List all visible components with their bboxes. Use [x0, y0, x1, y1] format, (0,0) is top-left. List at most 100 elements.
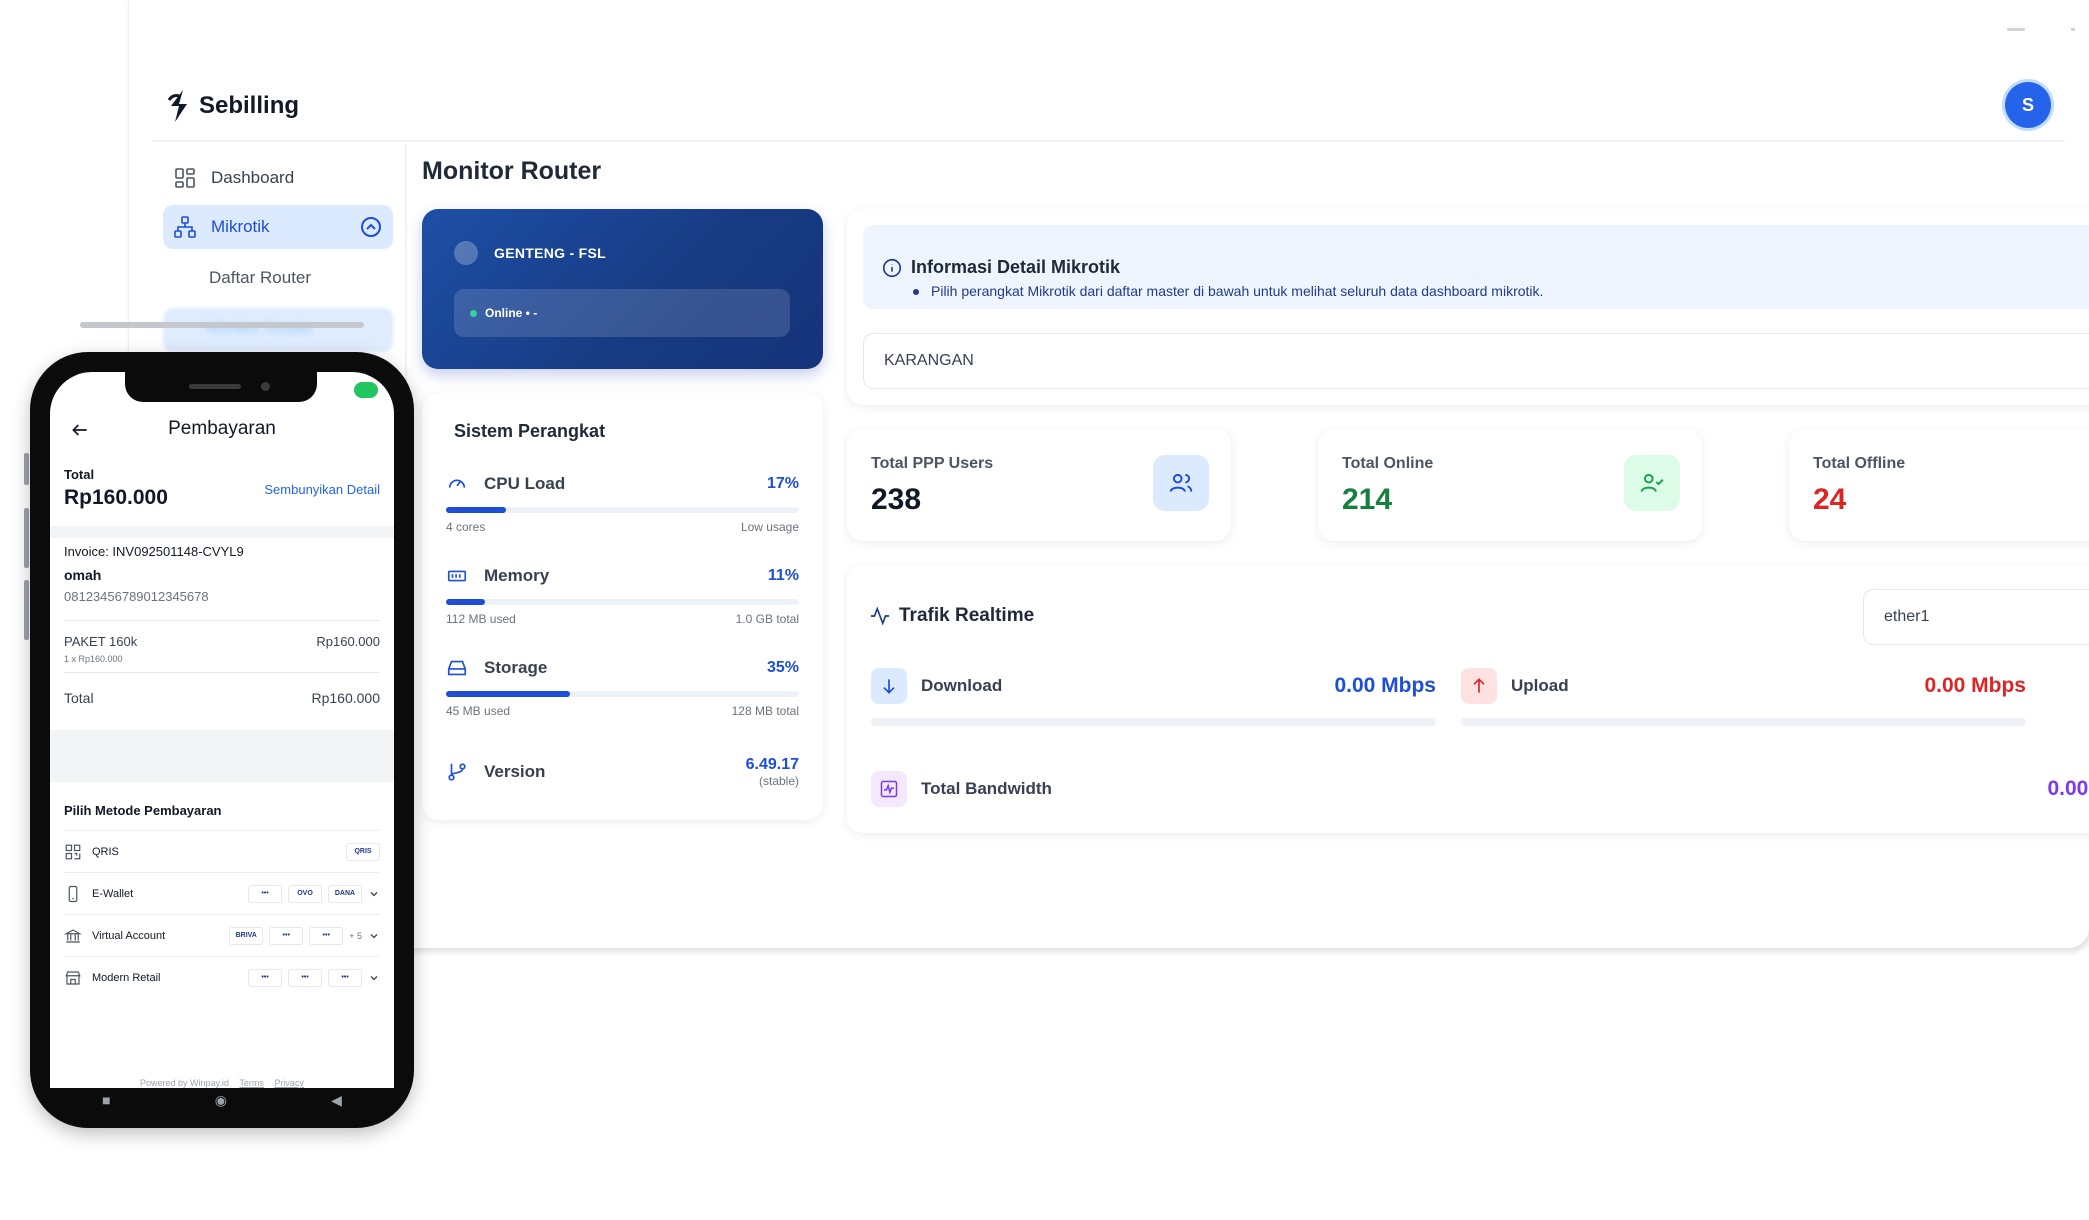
bandwidth-value: 0.00 Mbps [2047, 777, 2089, 800]
package-name: PAKET 160k [64, 634, 138, 649]
sidebar-item-mikrotik[interactable]: Mikrotik [163, 205, 393, 249]
stat-ppp-users: Total PPP Users 238 [847, 429, 1231, 541]
cpu-progress [446, 507, 506, 513]
online-indicator [470, 309, 477, 317]
total-amount: Rp160.000 [64, 486, 168, 509]
method-qris[interactable]: QRIS QRIS [64, 830, 380, 872]
memory-used: 112 MB used [446, 612, 516, 626]
ovo-logo: OVO [288, 884, 322, 903]
package-row: PAKET 160k Rp160.000 [64, 634, 380, 649]
phone-drag-handle[interactable] [80, 322, 364, 328]
section-divider [50, 526, 394, 538]
cpu-metric: CPU Load 17% 4 cores Low usage [446, 471, 799, 534]
qris-logo: QRIS [346, 842, 380, 861]
home-icon[interactable]: ◉ [215, 1092, 227, 1109]
invoice-number: Invoice: INV092501148-CVYL9 [64, 544, 244, 559]
smartphone-icon [68, 885, 78, 902]
interface-select[interactable]: ether1 [1863, 589, 2089, 645]
chevron-down-icon [370, 975, 378, 980]
minimize-control[interactable] [2007, 28, 2025, 31]
phone-button [24, 580, 29, 640]
powered-by: Powered by Winpay.id [140, 1078, 229, 1088]
storage-metric: Storage 35% 45 MB used 128 MB total [446, 655, 799, 718]
sum-label: Total [64, 690, 94, 706]
download-label: Download [921, 676, 1003, 695]
info-box: Informasi Detail Mikrotik Pilih perangka… [863, 225, 2089, 309]
privacy-link[interactable]: Privacy [274, 1078, 304, 1088]
pulse-box-icon [880, 780, 898, 798]
network-badge [354, 382, 378, 398]
app-window: Sebilling S Dashboard Mikrotik Daftar Ro… [128, 0, 2089, 948]
version-metric: Version 6.49.17 (stable) [446, 756, 799, 788]
back-icon[interactable]: ◀ [331, 1092, 342, 1109]
retail-logo: ••• [248, 968, 282, 987]
cpu-percent: 17% [766, 475, 799, 492]
version-label: Version [484, 762, 546, 781]
method-label: Virtual Account [92, 929, 166, 942]
user-check-icon [1640, 473, 1664, 492]
cpu-label: CPU Load [484, 474, 566, 493]
chevron-down-icon [370, 891, 378, 896]
memory-label: Memory [484, 566, 550, 585]
phone-nav-bar: ■ ◉ ◀ [50, 1088, 394, 1112]
upload-icon-box [1461, 668, 1497, 704]
wallet-logo: ••• [248, 884, 282, 903]
chevron-down-icon [370, 933, 378, 938]
user-avatar[interactable]: S [2005, 82, 2051, 128]
bank-logo: ••• [269, 926, 304, 945]
sidebar-item-monitor-router[interactable]: Monitor Router [163, 308, 393, 352]
method-virtual-account[interactable]: Virtual Account BRIVA ••• ••• + 5 [64, 914, 380, 956]
customer-name: omah [64, 567, 102, 583]
upload-label: Upload [1511, 676, 1569, 695]
powered-footer: Powered by Winpay.id Terms Privacy [50, 1078, 394, 1088]
stat-offline: Total Offline 24 [1789, 429, 2089, 541]
router-card[interactable]: GENTENG - FSL Online • - [422, 209, 823, 369]
app-logo[interactable]: Sebilling [165, 88, 299, 124]
memory-progress [446, 599, 485, 605]
arrow-up-icon [1473, 678, 1485, 693]
sidebar-item-label: Mikrotik [211, 217, 270, 236]
method-label: E-Wallet [92, 887, 134, 900]
stat-icon-box [1153, 455, 1209, 511]
router-status-text: Online • - [485, 306, 538, 320]
memory-total: 1.0 GB total [735, 612, 799, 626]
version-number: 6.49.17 [745, 756, 799, 773]
router-status-dot [454, 241, 478, 265]
system-card: Sistem Perangkat CPU Load 17% 4 cores Low… [422, 393, 823, 820]
customer-phone: 08123456789012345678 [64, 589, 209, 604]
info-card: Informasi Detail Mikrotik Pilih perangka… [847, 209, 2089, 405]
chevron-up-icon[interactable] [359, 215, 383, 239]
page-title: Monitor Router [422, 157, 602, 185]
sidebar-item-daftar-router[interactable]: Daftar Router [209, 268, 311, 288]
phone-button [24, 453, 29, 485]
sidebar-item-dashboard[interactable]: Dashboard [163, 156, 393, 200]
method-ewallet[interactable]: E-Wallet ••• OVO DANA [64, 872, 380, 914]
hide-detail-link[interactable]: Sembunyikan Detail [264, 482, 380, 497]
users-icon [1169, 473, 1193, 492]
version-channel: (stable) [758, 774, 799, 788]
method-modern-retail[interactable]: Modern Retail ••• ••• ••• [64, 956, 380, 998]
memory-metric: Memory 11% 112 MB used 1.0 GB total [446, 563, 799, 626]
git-branch-icon [448, 763, 466, 781]
gauge-icon [448, 479, 466, 488]
memory-percent: 11% [767, 567, 799, 584]
cpu-usage-note: Low usage [740, 520, 799, 534]
terms-link[interactable]: Terms [239, 1078, 264, 1088]
bank-icon [64, 928, 82, 943]
router-name: GENTENG - FSL [494, 245, 607, 261]
payment-title: Pembayaran [168, 418, 276, 439]
phone-mockup: Pembayaran Total Rp160.000 Sembunyikan D… [30, 352, 414, 1128]
storage-icon [447, 660, 467, 676]
grid-icon [175, 168, 195, 188]
network-icon [174, 216, 196, 238]
sidebar-item-label: Dashboard [211, 168, 295, 187]
store-icon [65, 970, 81, 985]
top-bar: Sebilling S [153, 80, 2065, 142]
router-select[interactable]: KARANGAN [863, 333, 2089, 389]
window-control[interactable] [2071, 28, 2075, 31]
traffic-card: Trafik Realtime ether1 Download 0.00 Mbp… [847, 565, 2089, 833]
info-text: Pilih perangkat Mikrotik dari daftar mas… [912, 283, 1544, 299]
download-bar [871, 718, 1436, 726]
storage-used: 45 MB used [446, 704, 511, 718]
recent-apps-icon[interactable]: ■ [102, 1092, 110, 1108]
